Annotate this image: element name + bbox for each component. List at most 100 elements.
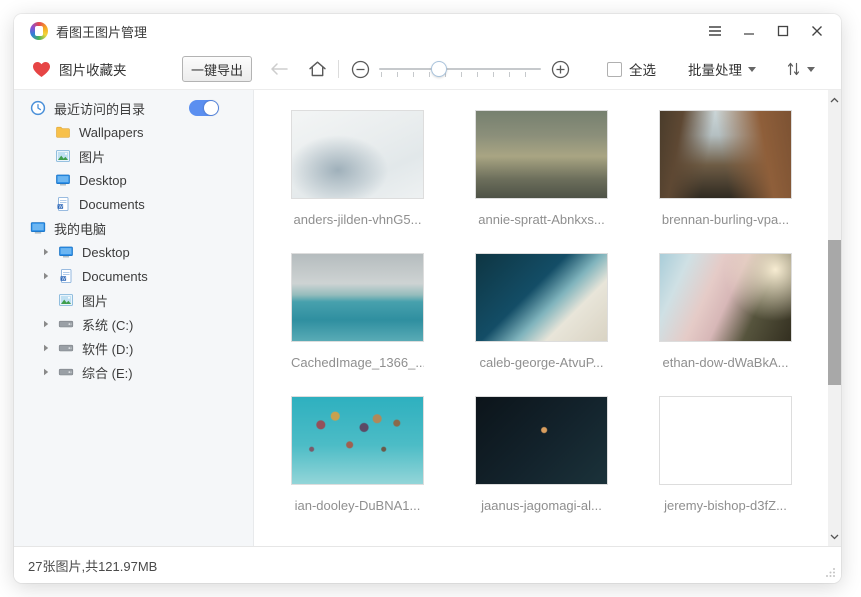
sidebar-item-pictures[interactable]: 图片	[14, 144, 253, 168]
favorites-label: 图片收藏夹	[59, 59, 127, 79]
menu-icon[interactable]	[701, 17, 729, 45]
batch-label: 批量处理	[688, 59, 742, 79]
scrollbar-thumb[interactable]	[828, 240, 841, 385]
export-button[interactable]: 一键导出	[182, 56, 252, 82]
thumbnail[interactable]	[475, 110, 608, 199]
pictures-icon	[55, 148, 71, 164]
pictures-icon	[58, 292, 74, 308]
grid-item[interactable]: annie-spratt-Abnkxs...	[475, 110, 608, 227]
desktop-icon	[58, 244, 74, 260]
grid-item[interactable]: brennan-burling-vpa...	[659, 110, 792, 227]
filename-label: ian-dooley-DuBNA1...	[291, 498, 424, 513]
grid-item[interactable]: anders-jilden-vhnG5...	[291, 110, 424, 227]
heart-icon	[32, 61, 51, 78]
sidebar-item-documents-2[interactable]: W Documents	[14, 264, 253, 288]
thumbnail[interactable]	[659, 253, 792, 342]
toolbar-nav: 全选 批量处理	[266, 48, 841, 90]
sidebar: 最近访问的目录 Wallpapers 图片 Desktop W Docum	[14, 90, 254, 546]
close-icon[interactable]	[803, 17, 831, 45]
sidebar-label: 我的电脑	[54, 219, 106, 238]
document-icon: W	[58, 268, 74, 284]
recent-toggle[interactable]	[189, 100, 219, 116]
select-all-control: 全选	[607, 59, 656, 79]
filename-label: CachedImage_1366_...	[291, 355, 424, 370]
grid-item[interactable]: caleb-george-AtvuP...	[475, 253, 608, 370]
grid-item[interactable]: jaanus-jagomagi-al...	[475, 396, 608, 513]
computer-icon	[30, 220, 46, 236]
app-title: 看图王图片管理	[56, 22, 147, 41]
drive-icon	[58, 364, 74, 380]
grid-item[interactable]: ian-dooley-DuBNA1...	[291, 396, 424, 513]
sidebar-label: 最近访问的目录	[54, 99, 145, 118]
expand-arrow-icon[interactable]	[42, 344, 50, 352]
drive-icon	[58, 340, 74, 356]
sidebar-recent-header[interactable]: 最近访问的目录	[14, 96, 253, 120]
image-grid: anders-jilden-vhnG5... annie-spratt-Abnk…	[254, 90, 828, 546]
minimize-icon[interactable]	[735, 17, 763, 45]
thumbnail[interactable]	[475, 396, 608, 485]
sidebar-item-drive-c[interactable]: 系统 (C:)	[14, 312, 253, 336]
folder-icon	[55, 124, 71, 140]
thumbnail[interactable]	[659, 396, 792, 485]
thumbnail[interactable]	[659, 110, 792, 199]
caret-down-icon	[748, 67, 756, 72]
scroll-down-icon[interactable]	[828, 529, 841, 544]
sidebar-label: 综合 (E:)	[82, 363, 133, 382]
grid-item[interactable]: jeremy-bishop-d3fZ...	[659, 396, 792, 513]
slider-track[interactable]	[379, 68, 541, 70]
sidebar-item-wallpapers[interactable]: Wallpapers	[14, 120, 253, 144]
thumbnail[interactable]	[291, 396, 424, 485]
sort-dropdown[interactable]	[786, 61, 815, 77]
drive-icon	[58, 316, 74, 332]
select-all-checkbox[interactable]	[607, 62, 622, 77]
select-all-label: 全选	[629, 59, 656, 79]
titlebar[interactable]: 看图王图片管理	[14, 14, 841, 48]
filename-label: annie-spratt-Abnkxs...	[475, 212, 608, 227]
toolbar-separator	[338, 60, 339, 78]
caret-down-icon	[807, 67, 815, 72]
app-window: 看图王图片管理 图片收藏夹 一键导出	[14, 14, 841, 583]
sidebar-item-desktop-2[interactable]: Desktop	[14, 240, 253, 264]
zoom-out-icon[interactable]	[347, 56, 373, 82]
home-icon[interactable]	[304, 56, 330, 82]
sidebar-computer-header[interactable]: 我的电脑	[14, 216, 253, 240]
expand-arrow-icon[interactable]	[42, 320, 50, 328]
sidebar-label: Desktop	[79, 173, 127, 188]
status-text: 27张图片,共121.97MB	[28, 556, 157, 575]
vertical-scrollbar[interactable]	[828, 90, 841, 546]
sidebar-item-documents[interactable]: W Documents	[14, 192, 253, 216]
grid-item[interactable]: ethan-dow-dWaBkA...	[659, 253, 792, 370]
resize-grip[interactable]	[825, 567, 836, 578]
window-controls	[695, 14, 831, 48]
toolbar: 图片收藏夹 一键导出 全选	[14, 48, 841, 90]
sidebar-item-desktop[interactable]: Desktop	[14, 168, 253, 192]
sidebar-item-drive-d[interactable]: 软件 (D:)	[14, 336, 253, 360]
sidebar-label: Documents	[79, 197, 145, 212]
expand-arrow-icon[interactable]	[42, 248, 50, 256]
document-icon: W	[55, 196, 71, 212]
filename-label: jaanus-jagomagi-al...	[475, 498, 608, 513]
thumbnail[interactable]	[475, 253, 608, 342]
slider-ticks	[381, 72, 539, 77]
zoom-in-icon[interactable]	[547, 56, 573, 82]
back-icon[interactable]	[266, 56, 292, 82]
sidebar-item-pictures-2[interactable]: 图片	[14, 288, 253, 312]
grid-item[interactable]: CachedImage_1366_...	[291, 253, 424, 370]
sidebar-label: 图片	[82, 291, 108, 310]
sidebar-item-drive-e[interactable]: 综合 (E:)	[14, 360, 253, 384]
maximize-icon[interactable]	[769, 17, 797, 45]
expand-arrow-icon[interactable]	[42, 272, 50, 280]
thumbnail[interactable]	[291, 110, 424, 199]
scroll-up-icon[interactable]	[828, 92, 841, 107]
sidebar-label: Desktop	[82, 245, 130, 260]
sidebar-label: Documents	[82, 269, 148, 284]
zoom-slider[interactable]	[379, 58, 541, 80]
sidebar-label: Wallpapers	[79, 125, 144, 140]
thumbnail[interactable]	[291, 253, 424, 342]
toggle-knob	[204, 101, 218, 115]
batch-dropdown[interactable]: 批量处理	[688, 59, 756, 79]
expand-arrow-icon[interactable]	[42, 368, 50, 376]
filename-label: anders-jilden-vhnG5...	[291, 212, 424, 227]
slider-thumb[interactable]	[431, 61, 447, 77]
sidebar-label: 图片	[79, 147, 105, 166]
